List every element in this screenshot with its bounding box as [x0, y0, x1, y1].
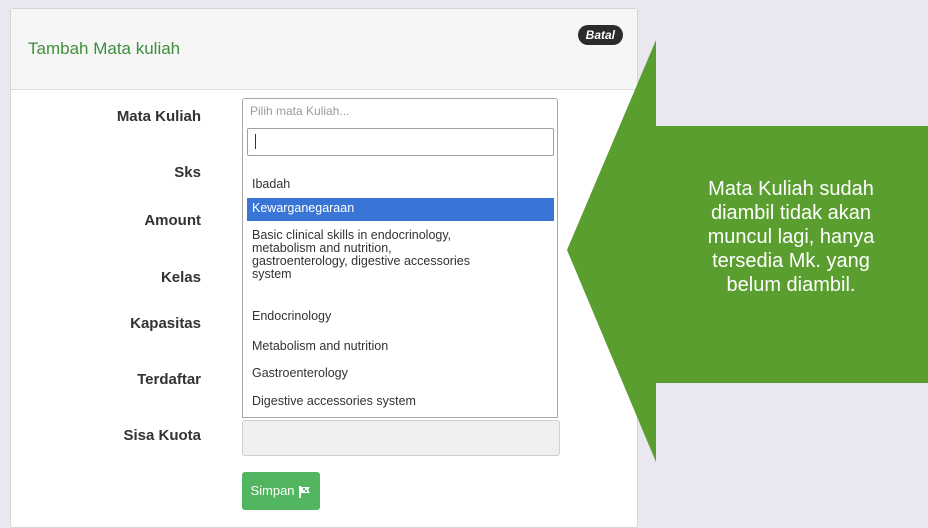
course-option[interactable]: Basic clinical skills in endocrinology, m…: [247, 227, 554, 283]
course-option[interactable]: Digestive accessories system: [247, 391, 554, 411]
course-option-line: Digestive accessories system: [252, 394, 416, 408]
callout-text: Mata Kuliah sudah diambil tidak akan muncu…: [668, 177, 914, 297]
course-search-input[interactable]: [247, 128, 554, 156]
flag-icon: [298, 485, 310, 498]
course-option-line: gastroenterology, digestive accessories: [252, 254, 470, 268]
add-course-modal: Tambah Mata kuliah Batal Mata Kuliah Sks…: [10, 8, 638, 528]
callout-line: tersedia Mk. yang: [712, 250, 870, 272]
modal-header: Tambah Mata kuliah Batal: [11, 9, 637, 90]
label-terdaftar: Terdaftar: [137, 371, 201, 388]
modal-title: Tambah Mata kuliah: [28, 39, 181, 58]
label-mata-kuliah: Mata Kuliah: [116, 108, 201, 125]
course-option-line: Metabolism and nutrition: [252, 339, 389, 353]
course-option[interactable]: Gastroenterology: [247, 363, 554, 383]
text-caret: [255, 134, 256, 149]
label-amount: Amount: [144, 212, 201, 229]
callout-line: Mata Kuliah sudah: [708, 178, 874, 200]
save-button[interactable]: Simpan: [242, 472, 320, 510]
save-label: Simpan: [250, 483, 295, 498]
course-option-line: Ibadah: [252, 177, 291, 191]
callout-line: belum diambil.: [726, 274, 856, 296]
course-option-line: Kewarganegaraan: [252, 201, 355, 215]
course-option-line: Gastroenterology: [252, 366, 348, 380]
callout-line: diambil tidak akan: [710, 202, 872, 224]
callout-line: muncul lagi, hanya: [707, 226, 875, 248]
sisa-kuota-field: [242, 420, 560, 456]
course-option[interactable]: Ibadah: [247, 174, 554, 194]
label-kelas: Kelas: [160, 269, 201, 286]
cancel-button[interactable]: Batal: [577, 25, 623, 45]
course-dropdown: Ibadah Kewarganegaraan Basic clinical skil…: [242, 123, 558, 418]
label-kapasitas: Kapasitas: [130, 315, 201, 332]
label-sisa-kuota: Sisa Kuota: [123, 427, 201, 444]
course-option[interactable]: Endocrinology: [247, 306, 554, 326]
course-option-line: Endocrinology: [252, 309, 332, 323]
course-option[interactable]: Kewarganegaraan: [247, 198, 554, 221]
course-option-line: system: [252, 267, 292, 281]
label-sks: Sks: [174, 164, 201, 181]
course-option[interactable]: Metabolism and nutrition: [247, 336, 554, 356]
course-select[interactable]: Pilih mata Kuliah...: [242, 98, 558, 124]
